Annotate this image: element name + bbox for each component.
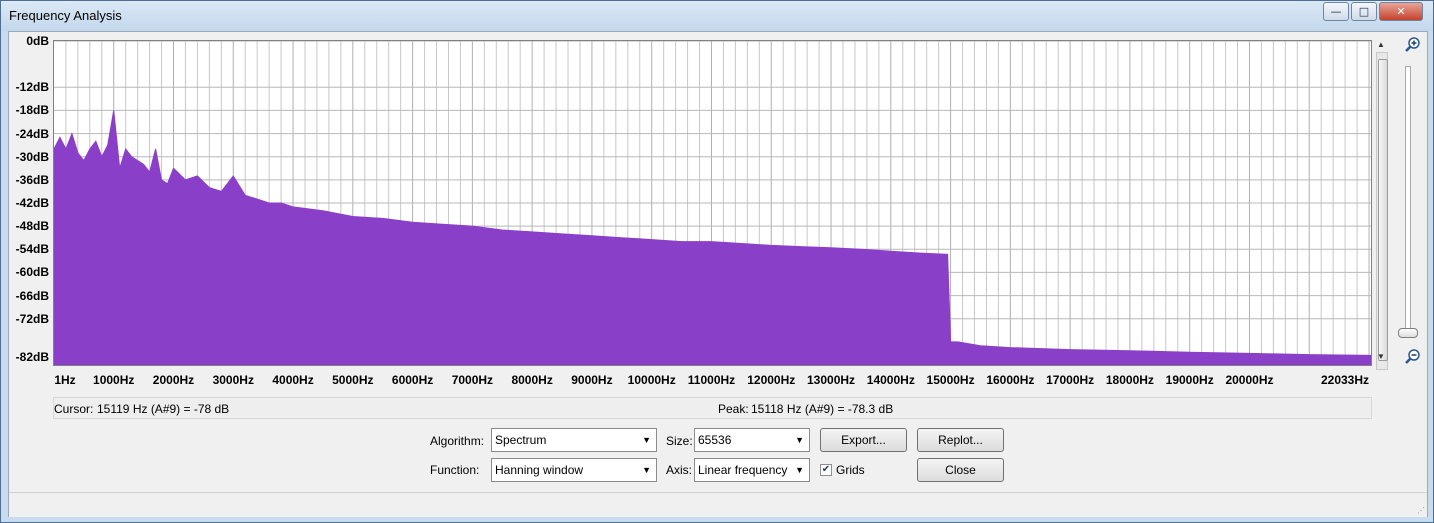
x-tick-label: 1Hz bbox=[54, 373, 76, 387]
grids-label: Grids bbox=[836, 463, 865, 477]
y-tick-label: -82dB bbox=[15, 350, 49, 365]
x-tick-label: 2000Hz bbox=[152, 373, 195, 387]
x-tick-label: 13000Hz bbox=[807, 373, 856, 387]
status-bar: ⋰ bbox=[9, 492, 1427, 517]
cursor-label: Cursor: bbox=[54, 402, 94, 416]
function-value: Hanning window bbox=[495, 463, 584, 477]
x-tick-label: 20000Hz bbox=[1225, 373, 1274, 387]
axis-select[interactable]: Linear frequency ▼ bbox=[694, 458, 810, 482]
spectrum-plot[interactable] bbox=[53, 40, 1372, 366]
y-tick-label: -72dB bbox=[15, 311, 49, 326]
x-tick-label: 22033Hz bbox=[1320, 373, 1370, 387]
cursor-value: 15119 Hz (A#9) = -78 dB bbox=[97, 402, 230, 416]
maximize-button[interactable]: □ bbox=[1351, 2, 1377, 21]
close-button[interactable]: Close bbox=[917, 458, 1004, 482]
x-tick-label: 4000Hz bbox=[272, 373, 314, 387]
scrollbar-thumb[interactable] bbox=[1378, 59, 1388, 361]
x-tick-label: 6000Hz bbox=[391, 373, 434, 387]
x-tick-label: 11000Hz bbox=[687, 373, 736, 387]
vertical-scrollbar[interactable] bbox=[1376, 52, 1388, 370]
x-tick-label: 10000Hz bbox=[627, 373, 676, 387]
function-select[interactable]: Hanning window ▼ bbox=[491, 458, 657, 482]
x-tick-label: 9000Hz bbox=[571, 373, 613, 387]
x-tick-label: 14000Hz bbox=[866, 373, 915, 387]
resize-grip-icon[interactable]: ⋰ bbox=[1417, 506, 1425, 515]
function-label: Function: bbox=[430, 463, 480, 477]
algorithm-value: Spectrum bbox=[495, 433, 547, 447]
chevron-down-icon: ▼ bbox=[642, 465, 651, 475]
x-tick-label: 15000Hz bbox=[926, 373, 975, 387]
x-tick-label: 12000Hz bbox=[747, 373, 796, 387]
window-title: Frequency Analysis bbox=[9, 8, 122, 23]
size-label: Size: bbox=[666, 434, 693, 448]
frequency-analysis-window: Frequency Analysis — □ ✕ 0dB -12dB -18dB -2… bbox=[0, 0, 1434, 523]
y-tick-label: -36dB bbox=[15, 172, 49, 187]
x-tick-label: 18000Hz bbox=[1105, 373, 1154, 387]
replot-button[interactable]: Replot... bbox=[917, 428, 1004, 452]
y-tick-label: -42dB bbox=[15, 196, 49, 210]
y-tick-label: -66dB bbox=[15, 288, 49, 303]
x-tick-label: 19000Hz bbox=[1165, 373, 1214, 387]
peak-label: Peak: bbox=[718, 402, 749, 416]
x-tick-label: 17000Hz bbox=[1046, 373, 1095, 387]
grids-checkbox[interactable]: ✔ bbox=[820, 464, 832, 476]
dialog-client-area: 0dB -12dB -18dB -24dB -30dB -36dB -42dB -48dB -5… bbox=[8, 31, 1428, 517]
zoom-out-icon[interactable] bbox=[1404, 348, 1422, 366]
y-tick-label: -48dB bbox=[15, 219, 49, 234]
y-tick-label: -60dB bbox=[15, 265, 49, 280]
y-tick-label: 0dB bbox=[26, 34, 49, 48]
size-select[interactable]: 65536 ▼ bbox=[694, 428, 810, 452]
y-tick-label: -30dB bbox=[15, 149, 49, 164]
chevron-down-icon: ▼ bbox=[795, 435, 804, 445]
spectrum-svg bbox=[54, 41, 1371, 365]
y-tick-label: -54dB bbox=[15, 242, 49, 257]
minimize-button[interactable]: — bbox=[1323, 2, 1349, 21]
axis-value: Linear frequency bbox=[698, 463, 788, 477]
zoom-slider-thumb[interactable] bbox=[1398, 328, 1418, 338]
scroll-up-arrow[interactable]: ▲ bbox=[1377, 40, 1385, 49]
zoom-slider-track[interactable] bbox=[1405, 66, 1411, 336]
peak-value: 15118 Hz (A#9) = -78.3 dB bbox=[751, 402, 894, 416]
axis-label: Axis: bbox=[666, 463, 693, 477]
x-tick-label: 5000Hz bbox=[332, 373, 374, 387]
close-window-button[interactable]: ✕ bbox=[1379, 2, 1423, 21]
y-tick-label: -12dB bbox=[15, 80, 49, 95]
algorithm-label: Algorithm: bbox=[430, 434, 485, 448]
x-tick-label: 1000Hz bbox=[93, 373, 135, 387]
x-tick-label: 3000Hz bbox=[212, 373, 254, 387]
cursor-peak-readout: Cursor: 15119 Hz (A#9) = -78 dB Peak: 15… bbox=[53, 397, 1372, 419]
spectrum-area bbox=[54, 110, 1371, 365]
zoom-in-icon[interactable] bbox=[1404, 36, 1422, 54]
chevron-down-icon: ▼ bbox=[642, 435, 651, 445]
chevron-down-icon: ▼ bbox=[795, 465, 804, 475]
export-button[interactable]: Export... bbox=[820, 428, 907, 452]
size-value: 65536 bbox=[698, 433, 732, 447]
y-tick-label: -24dB bbox=[15, 126, 49, 141]
y-tick-label: -18dB bbox=[15, 103, 49, 118]
scroll-down-arrow[interactable]: ▼ bbox=[1377, 352, 1385, 361]
x-tick-label: 16000Hz bbox=[986, 373, 1035, 387]
x-tick-label: 8000Hz bbox=[511, 373, 553, 387]
title-bar[interactable]: Frequency Analysis — □ ✕ bbox=[1, 1, 1433, 31]
x-tick-label: 7000Hz bbox=[451, 373, 494, 387]
algorithm-select[interactable]: Spectrum ▼ bbox=[491, 428, 657, 452]
